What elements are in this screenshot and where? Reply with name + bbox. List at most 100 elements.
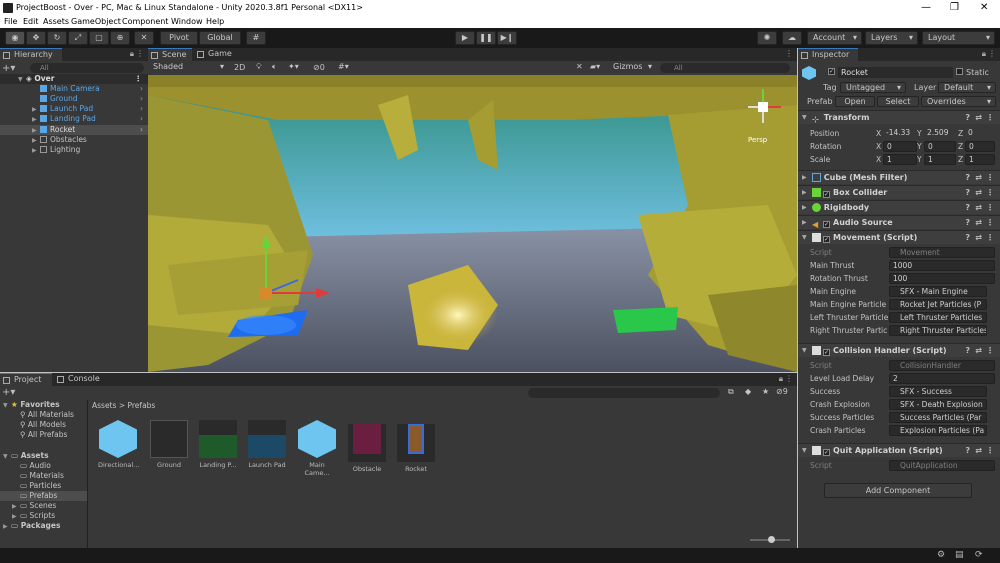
collision-handler-header[interactable]: ▼ ✓ Collision Handler (Script)? ⇄ ⋮	[798, 343, 1000, 357]
close-icon[interactable]: ✕	[980, 2, 988, 13]
help-icon[interactable]: ?	[965, 171, 970, 184]
quit-application-header[interactable]: ▼ ✓ Quit Application (Script)? ⇄ ⋮	[798, 443, 1000, 457]
favorites-header[interactable]: ▼ ★ Favorites	[0, 400, 87, 410]
hierarchy-item-obstacles[interactable]: ▶ Obstacles	[0, 135, 148, 145]
preset-icon[interactable]: ⇄	[975, 231, 982, 244]
main-thrust-field[interactable]: 1000	[889, 260, 995, 271]
component-menu-icon[interactable]: ⋮	[986, 111, 994, 124]
menu-window[interactable]: Window	[171, 17, 203, 26]
custom-tool-icon[interactable]: ✕	[134, 31, 154, 45]
grid-toggle-icon[interactable]: #▾	[338, 62, 349, 71]
help-icon[interactable]: ?	[965, 231, 970, 244]
tab-project[interactable]: Project	[0, 373, 52, 386]
component-enabled-checkbox[interactable]: ✓	[823, 221, 830, 228]
rigidbody-header[interactable]: ▶ Rigidbody? ⇄ ⋮	[798, 200, 1000, 214]
rect-tool-icon[interactable]: ▢	[89, 31, 109, 45]
box-collider-header[interactable]: ▶ ✓ Box Collider? ⇄ ⋮	[798, 185, 1000, 199]
crash-particles-field[interactable]: Explosion Particles (Pa	[889, 425, 987, 436]
asset-ground[interactable]: Ground	[149, 420, 189, 469]
project-search-input[interactable]	[528, 388, 720, 398]
menu-component[interactable]: Component	[122, 17, 168, 26]
hierarchy-item-main-camera[interactable]: Main Camera ›	[0, 84, 148, 94]
add-component-button[interactable]: Add Component	[824, 483, 972, 498]
prefab-select-button[interactable]: Select	[877, 96, 919, 107]
create-add-icon[interactable]: +▾	[2, 63, 15, 74]
asset-landing-pad[interactable]: Landing P...	[198, 420, 238, 469]
menu-help[interactable]: Help	[206, 17, 224, 26]
help-icon[interactable]: ?	[965, 444, 970, 457]
scene-search-input[interactable]: All	[660, 63, 790, 73]
cloud-icon[interactable]: ☁	[782, 31, 802, 45]
collab-status-icon[interactable]: ⟳	[975, 550, 983, 560]
asset-obstacle[interactable]: Obstacle	[347, 420, 387, 473]
rotation-y-field[interactable]: 0	[924, 141, 956, 152]
grid-snap-icon[interactable]: #	[246, 31, 266, 45]
folder-prefabs[interactable]: ▭ Prefabs	[0, 491, 87, 501]
move-tool-icon[interactable]: ✥	[26, 31, 46, 45]
favorite-all-materials[interactable]: ⚲ All Materials	[0, 410, 87, 420]
component-menu-icon[interactable]: ⋮	[986, 186, 994, 199]
minimize-icon[interactable]: —	[921, 2, 931, 13]
component-menu-icon[interactable]: ⋮	[986, 344, 994, 357]
panel-menu-icon[interactable]: ⋮	[136, 49, 144, 58]
step-button[interactable]: ▶❙	[497, 31, 517, 45]
help-icon[interactable]: ?	[965, 201, 970, 214]
component-menu-icon[interactable]: ⋮	[986, 444, 994, 457]
rotation-z-field[interactable]: 0	[965, 141, 995, 152]
audio-toggle-icon[interactable]: 🔈︎	[272, 62, 277, 72]
view-tool-icon[interactable]: ◉	[5, 31, 25, 45]
asset-directional-light[interactable]: Directional...	[98, 420, 139, 469]
folder-particles[interactable]: ▭ Particles	[0, 481, 87, 491]
preset-icon[interactable]: ⇄	[975, 216, 982, 229]
level-load-delay-field[interactable]: 2	[889, 373, 995, 384]
scale-x-field[interactable]: 1	[883, 154, 917, 165]
prefab-open-button[interactable]: Open	[835, 96, 875, 107]
mesh-filter-header[interactable]: ▶ Cube (Mesh Filter)? ⇄ ⋮	[798, 170, 1000, 184]
menu-assets[interactable]: Assets	[43, 17, 69, 26]
asset-rocket[interactable]: Rocket	[396, 420, 436, 473]
success-particles-field[interactable]: Success Particles (Par	[889, 412, 987, 423]
zoom-slider-handle[interactable]	[768, 536, 775, 543]
crash-explosion-field[interactable]: SFX - Death Explosion	[889, 399, 987, 410]
account-dropdown[interactable]: Account	[807, 31, 862, 45]
layout-dropdown[interactable]: Layout	[922, 31, 995, 45]
auto-generate-lighting-icon[interactable]: ⚙	[937, 550, 945, 560]
preset-icon[interactable]: ⇄	[975, 444, 982, 457]
folder-materials[interactable]: ▭ Materials	[0, 471, 87, 481]
help-icon[interactable]: ?	[965, 111, 970, 124]
main-engine-field[interactable]: SFX - Main Engine	[889, 286, 987, 297]
layers-dropdown[interactable]: Layers	[865, 31, 918, 45]
tools-icon[interactable]: ✕	[576, 62, 583, 71]
position-y-field[interactable]: 2.509	[924, 128, 956, 139]
scale-tool-icon[interactable]: ⤢	[68, 31, 88, 45]
transform-header[interactable]: ▼ ⊹ Transform? ⇄ ⋮	[798, 110, 1000, 124]
assets-folder[interactable]: ▼ ▭ Assets	[0, 451, 87, 461]
rotation-x-field[interactable]: 0	[883, 141, 917, 152]
global-toggle[interactable]: Global	[199, 31, 241, 45]
scene-viewport[interactable]	[148, 75, 797, 372]
filter-label-icon[interactable]: ◆	[745, 387, 751, 396]
component-enabled-checkbox[interactable]: ✓	[823, 191, 830, 198]
favorite-all-models[interactable]: ⚲ All Models	[0, 420, 87, 430]
menu-edit[interactable]: Edit	[23, 17, 39, 26]
active-checkbox[interactable]: ✓	[828, 68, 835, 75]
play-button[interactable]: ▶	[455, 31, 475, 45]
component-enabled-checkbox[interactable]: ✓	[823, 349, 830, 356]
maximize-icon[interactable]: ❐	[950, 2, 959, 13]
filter-type-icon[interactable]: ⧉	[728, 387, 734, 397]
hierarchy-item-lighting[interactable]: ▶ Lighting	[0, 145, 148, 155]
pivot-toggle[interactable]: Pivot	[160, 31, 198, 45]
collab-icon[interactable]: ✺	[757, 31, 777, 45]
help-icon[interactable]: ?	[965, 186, 970, 199]
prefab-overrides-dropdown[interactable]: Overrides	[921, 96, 996, 107]
hierarchy-item-launch-pad[interactable]: ▶ Launch Pad ›	[0, 104, 148, 114]
hierarchy-item-landing-pad[interactable]: ▶ Landing Pad ›	[0, 114, 148, 124]
panel-menu-icon[interactable]: ⋮	[785, 49, 793, 58]
tab-hierarchy[interactable]: Hierarchy	[0, 48, 62, 61]
asset-main-camera[interactable]: Main Came...	[297, 420, 337, 477]
audio-source-header[interactable]: ▶ ◀ ✓ Audio Source? ⇄ ⋮	[798, 215, 1000, 229]
right-thruster-field[interactable]: Right Thruster Particles	[889, 325, 987, 336]
left-thruster-field[interactable]: Left Thruster Particles	[889, 312, 987, 323]
tag-dropdown[interactable]: Untagged	[840, 82, 906, 93]
menu-file[interactable]: File	[4, 17, 17, 26]
